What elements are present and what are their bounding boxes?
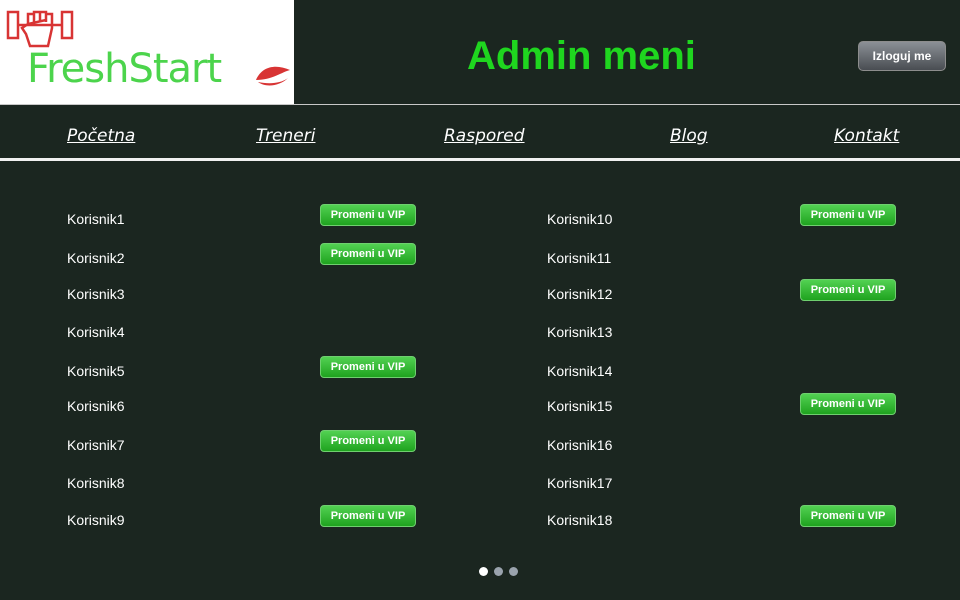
- nav-link-blog[interactable]: Blog: [670, 124, 708, 148]
- make-vip-button[interactable]: Promeni u VIP: [800, 279, 896, 301]
- user-name: Korisnik14: [547, 363, 613, 379]
- user-name: Korisnik9: [67, 512, 125, 528]
- logo[interactable]: FreshStart: [0, 0, 294, 104]
- user-name: Korisnik13: [547, 324, 613, 340]
- make-vip-button[interactable]: Promeni u VIP: [800, 204, 896, 226]
- leaf-icon: [256, 66, 290, 86]
- user-name: Korisnik6: [67, 398, 125, 414]
- user-name: Korisnik2: [67, 250, 125, 266]
- user-name: Korisnik17: [547, 475, 613, 491]
- nav-link-pocetna[interactable]: Početna: [67, 124, 135, 148]
- header-divider: [0, 104, 960, 105]
- make-vip-button[interactable]: Promeni u VIP: [800, 505, 896, 527]
- user-name: Korisnik15: [547, 398, 613, 414]
- make-vip-button[interactable]: Promeni u VIP: [320, 356, 416, 378]
- nav-link-raspored[interactable]: Raspored: [444, 124, 525, 148]
- page-title: Admin meni: [467, 34, 696, 78]
- make-vip-button[interactable]: Promeni u VIP: [320, 505, 416, 527]
- user-name: Korisnik11: [547, 250, 612, 266]
- nav-divider: [0, 158, 960, 161]
- user-name: Korisnik8: [67, 475, 125, 491]
- make-vip-button[interactable]: Promeni u VIP: [320, 204, 416, 226]
- logo-text: FreshStart: [27, 46, 222, 92]
- user-name: Korisnik1: [67, 211, 125, 227]
- user-name: Korisnik7: [67, 437, 125, 453]
- make-vip-button[interactable]: Promeni u VIP: [320, 430, 416, 452]
- user-name: Korisnik4: [67, 324, 125, 340]
- nav-link-treneri[interactable]: Treneri: [256, 124, 315, 148]
- user-name: Korisnik18: [547, 512, 613, 528]
- page-dot-2[interactable]: [494, 567, 503, 576]
- page-dot-1[interactable]: [479, 567, 488, 576]
- make-vip-button[interactable]: Promeni u VIP: [800, 393, 896, 415]
- page-dot-3[interactable]: [509, 567, 518, 576]
- user-name: Korisnik16: [547, 437, 613, 453]
- user-name: Korisnik3: [67, 286, 125, 302]
- logout-button[interactable]: Izloguj me: [858, 41, 946, 71]
- header: FreshStart Admin meni Izloguj me: [0, 0, 960, 104]
- user-name: Korisnik12: [547, 286, 613, 302]
- nav-link-kontakt[interactable]: Kontakt: [834, 124, 899, 148]
- user-name: Korisnik10: [547, 211, 613, 227]
- make-vip-button[interactable]: Promeni u VIP: [320, 243, 416, 265]
- user-name: Korisnik5: [67, 363, 125, 379]
